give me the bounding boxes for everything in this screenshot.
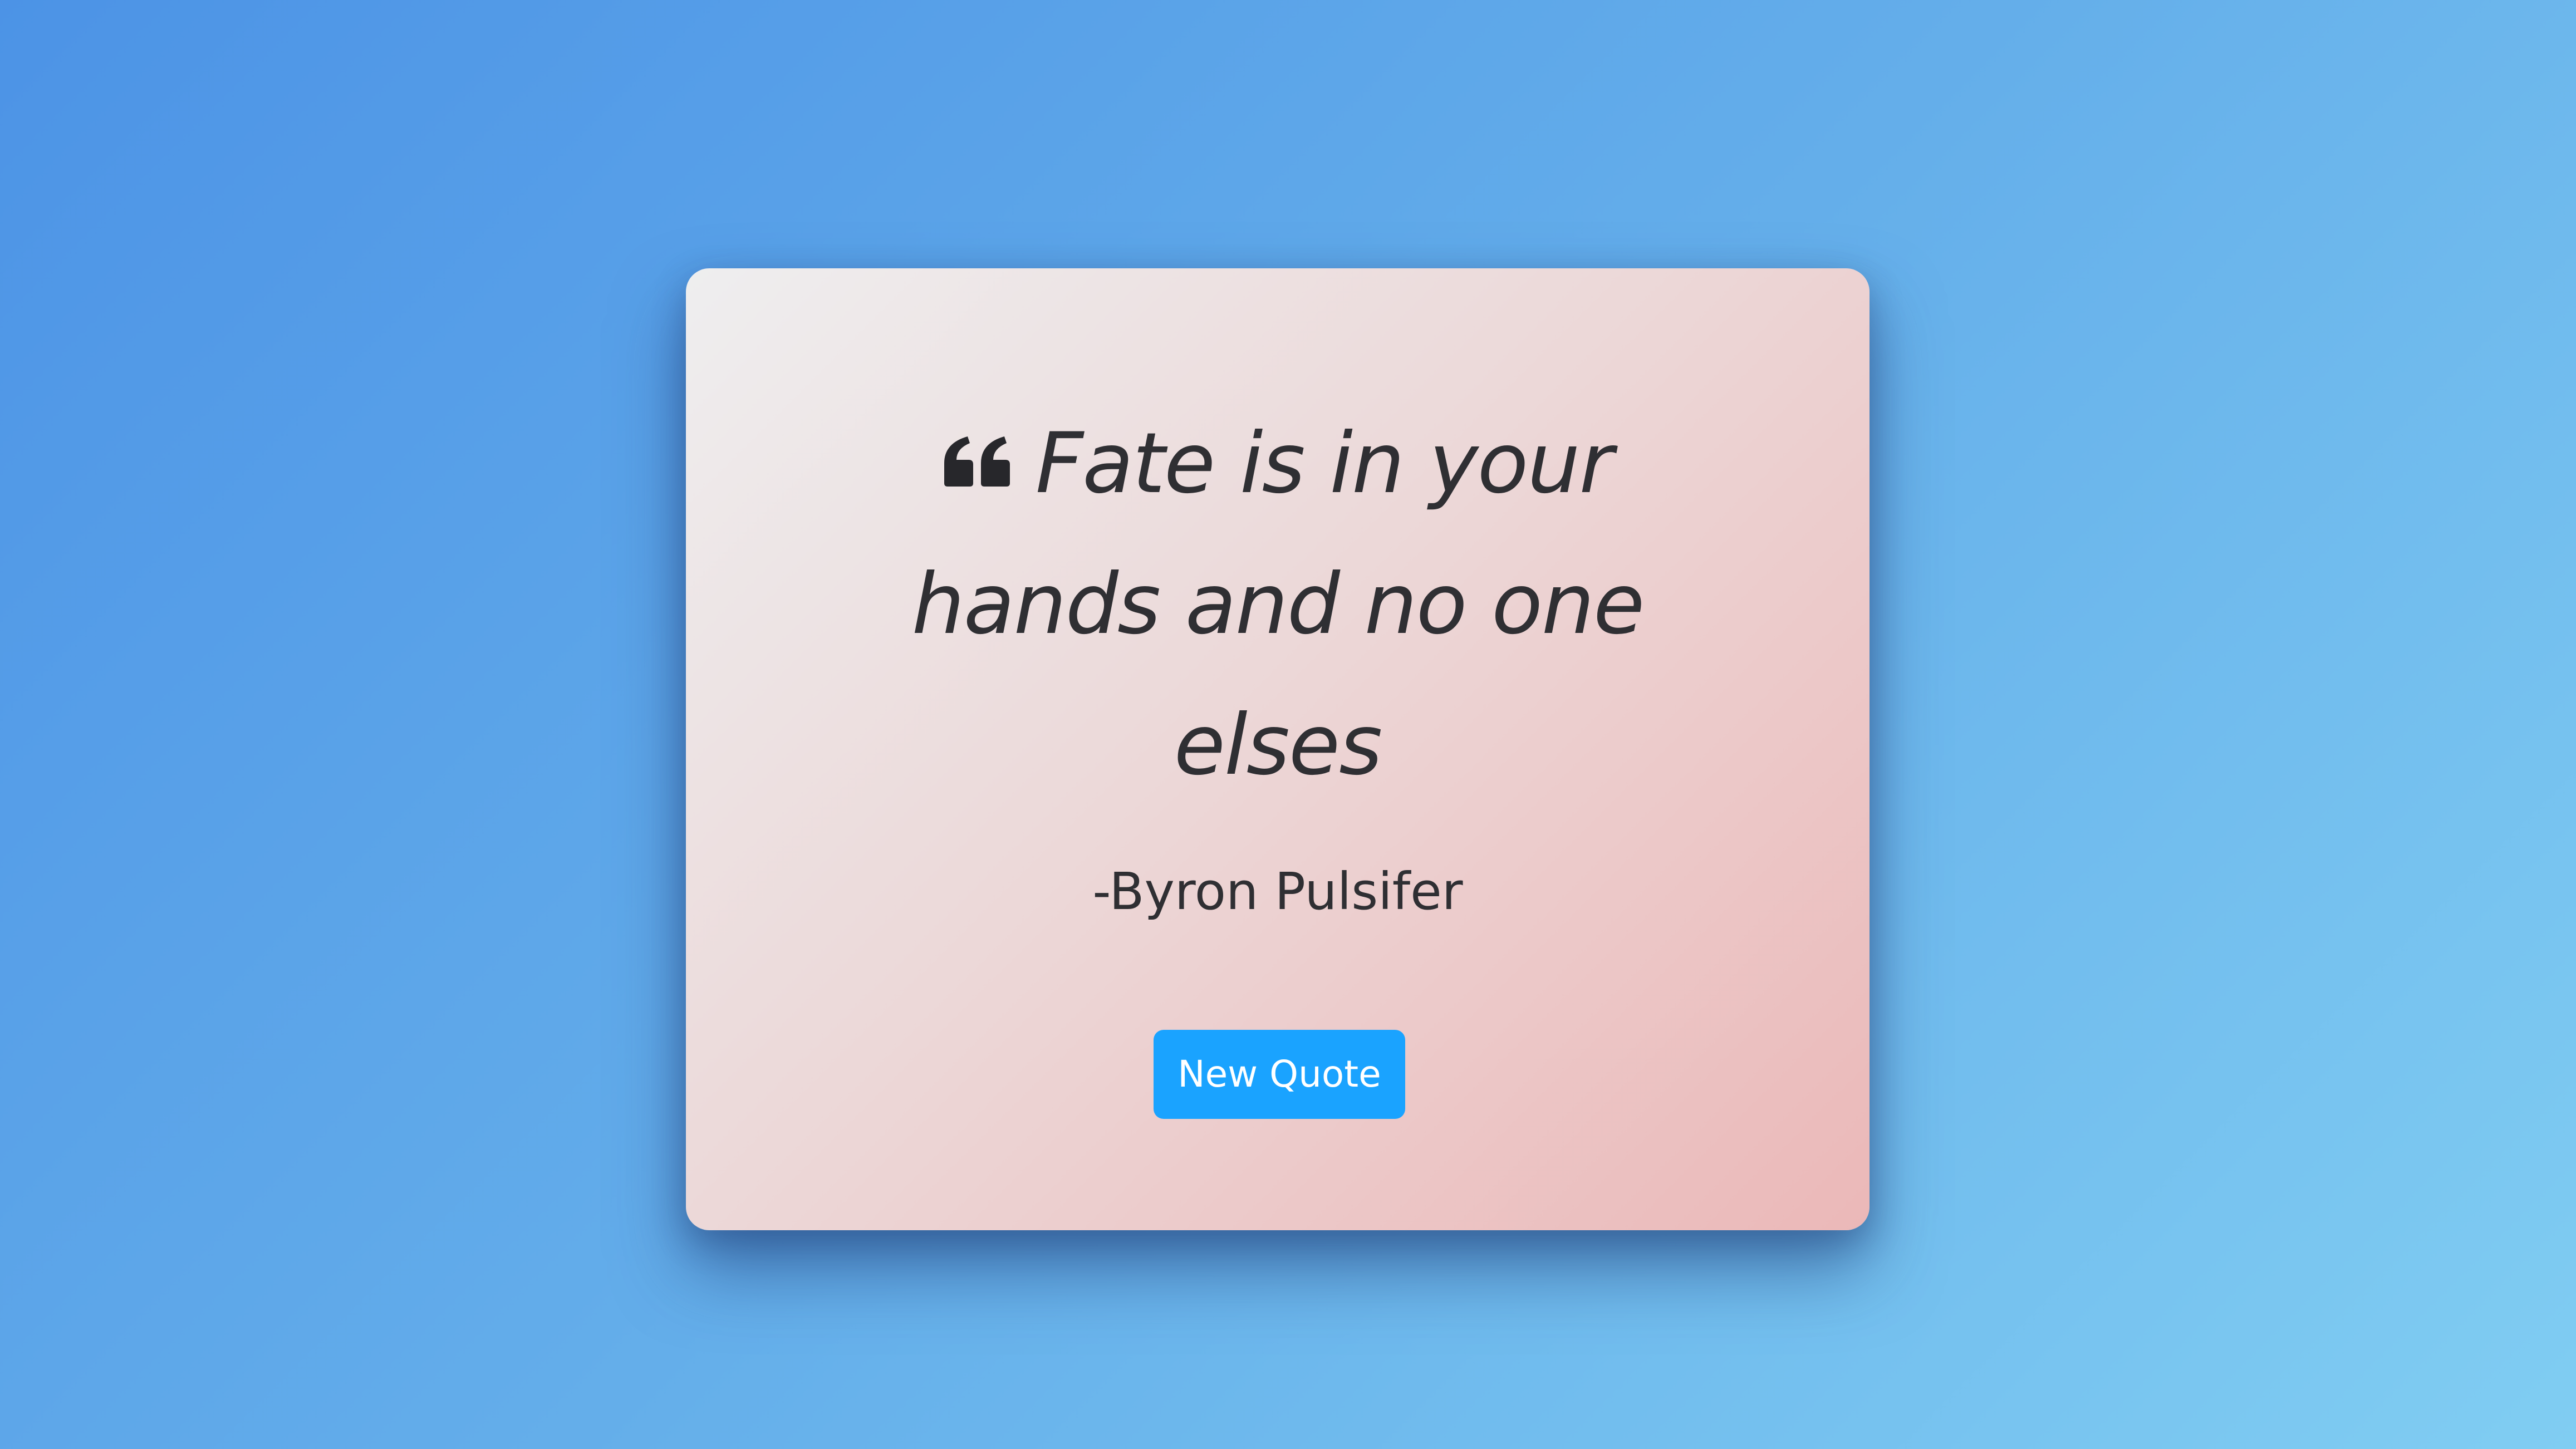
quote-author: -Byron Pulsifer: [1092, 862, 1463, 921]
new-quote-button[interactable]: New Quote: [1154, 1030, 1405, 1119]
quote-text: Fate is in your hands and no one elses: [911, 415, 1645, 794]
quote-card: Fate is in your hands and no one elses -…: [686, 268, 1870, 1230]
quote-left-icon: [943, 435, 1013, 487]
quote-text-block: Fate is in your hands and no one elses: [909, 394, 1647, 816]
